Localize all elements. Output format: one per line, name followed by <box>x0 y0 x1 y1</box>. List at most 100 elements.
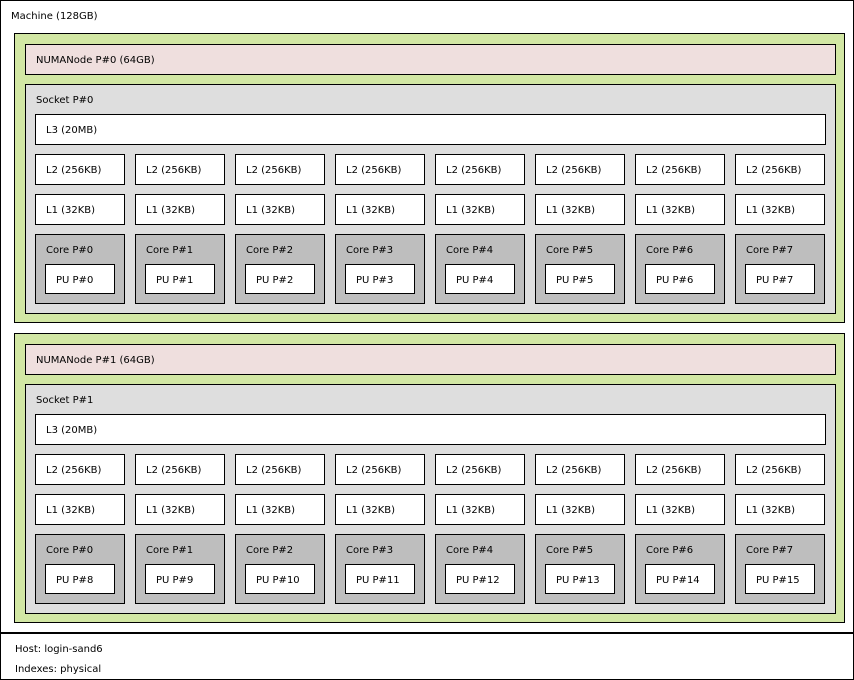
pu-box-label: PU P#8 <box>56 575 94 586</box>
pu-box-label: PU P#11 <box>356 575 400 586</box>
pu-box: PU P#14 <box>645 564 715 594</box>
pu-box-label: PU P#9 <box>156 575 194 586</box>
l1-cache: L1 (32KB) <box>435 194 525 225</box>
l2-cache: L2 (256KB) <box>735 154 825 185</box>
l2-cache: L2 (256KB) <box>435 454 525 485</box>
pu-box: PU P#6 <box>645 264 715 294</box>
l1-cache: L1 (32KB) <box>235 494 325 525</box>
l1-cache-label: L1 (32KB) <box>46 505 96 516</box>
pu-box: PU P#1 <box>145 264 215 294</box>
core-box: Core P#2 PU P#2 <box>235 234 325 304</box>
l2-cache-label: L2 (256KB) <box>146 165 202 176</box>
machine-label: Machine (128GB) <box>11 11 98 22</box>
pu-box-label: PU P#1 <box>156 275 194 286</box>
core-box-label: Core P#3 <box>346 245 394 256</box>
host-label: Host: login-sand6 <box>15 644 103 655</box>
core-box-label: Core P#5 <box>546 545 594 556</box>
core-box-label: Core P#6 <box>646 245 694 256</box>
pu-box-label: PU P#0 <box>56 275 94 286</box>
pu-box-label: PU P#13 <box>556 575 600 586</box>
core-box: Core P#6 PU P#14 <box>635 534 725 604</box>
core-box-label: Core P#2 <box>246 245 294 256</box>
core-box: Core P#0 PU P#0 <box>35 234 125 304</box>
pu-box-label: PU P#12 <box>456 575 500 586</box>
pu-box: PU P#7 <box>745 264 815 294</box>
l1-cache: L1 (32KB) <box>735 194 825 225</box>
l1-cache-label: L1 (32KB) <box>346 505 396 516</box>
core-box-label: Core P#1 <box>146 545 194 556</box>
l1-cache-label: L1 (32KB) <box>646 505 696 516</box>
l2-cache-label: L2 (256KB) <box>746 165 802 176</box>
l3-cache-1-label: L3 (20MB) <box>46 425 98 436</box>
l1-cache: L1 (32KB) <box>135 194 225 225</box>
numa-group-1: NUMANode P#1 (64GB) Socket P#1 L3 (20MB) L2… <box>14 333 845 623</box>
pu-box: PU P#13 <box>545 564 615 594</box>
l1-cache-label: L1 (32KB) <box>446 505 496 516</box>
core-box-label: Core P#3 <box>346 545 394 556</box>
core-box: Core P#4 PU P#12 <box>435 534 525 604</box>
numa-node-1: NUMANode P#1 (64GB) <box>25 344 836 375</box>
l2-cache-label: L2 (256KB) <box>446 465 502 476</box>
pu-box: PU P#5 <box>545 264 615 294</box>
pu-box-label: PU P#10 <box>256 575 300 586</box>
pu-box-label: PU P#7 <box>756 275 794 286</box>
l1-cache-label: L1 (32KB) <box>446 205 496 216</box>
l1-cache: L1 (32KB) <box>635 194 725 225</box>
core-box: Core P#1 PU P#1 <box>135 234 225 304</box>
pu-box: PU P#9 <box>145 564 215 594</box>
numa-node-0: NUMANode P#0 (64GB) <box>25 44 836 75</box>
l2-cache-label: L2 (256KB) <box>46 165 102 176</box>
pu-box: PU P#4 <box>445 264 515 294</box>
core-box-label: Core P#0 <box>46 545 94 556</box>
pu-box-label: PU P#14 <box>656 575 700 586</box>
core-box: Core P#7 PU P#15 <box>735 534 825 604</box>
l1-cache: L1 (32KB) <box>535 494 625 525</box>
core-box-label: Core P#2 <box>246 545 294 556</box>
pu-box: PU P#0 <box>45 264 115 294</box>
pu-box-label: PU P#6 <box>656 275 694 286</box>
l1-cache: L1 (32KB) <box>435 494 525 525</box>
core-box-label: Core P#6 <box>646 545 694 556</box>
core-box: Core P#4 PU P#4 <box>435 234 525 304</box>
numa-node-1-label: NUMANode P#1 (64GB) <box>36 355 155 366</box>
l3-cache-0: L3 (20MB) <box>35 114 826 145</box>
l1-cache: L1 (32KB) <box>335 494 425 525</box>
l2-cache-label: L2 (256KB) <box>746 465 802 476</box>
core-box-label: Core P#5 <box>546 245 594 256</box>
l2-cache: L2 (256KB) <box>35 454 125 485</box>
pu-box-label: PU P#5 <box>556 275 594 286</box>
core-box: Core P#5 PU P#5 <box>535 234 625 304</box>
socket-0-label: Socket P#0 <box>36 95 94 106</box>
pu-box: PU P#15 <box>745 564 815 594</box>
l2-cache: L2 (256KB) <box>635 154 725 185</box>
l3-cache-1: L3 (20MB) <box>35 414 826 445</box>
l2-cache: L2 (256KB) <box>635 454 725 485</box>
indexes-label: Indexes: physical <box>15 664 102 675</box>
l2-cache: L2 (256KB) <box>135 154 225 185</box>
l2-cache-label: L2 (256KB) <box>246 465 302 476</box>
l1-cache: L1 (32KB) <box>35 194 125 225</box>
l1-cache: L1 (32KB) <box>735 494 825 525</box>
l1-cache-label: L1 (32KB) <box>546 205 596 216</box>
l1-cache-label: L1 (32KB) <box>646 205 696 216</box>
l1-cache: L1 (32KB) <box>335 194 425 225</box>
l1-cache-label: L1 (32KB) <box>746 505 796 516</box>
l2-cache: L2 (256KB) <box>235 154 325 185</box>
l1-cache: L1 (32KB) <box>535 194 625 225</box>
pu-box: PU P#12 <box>445 564 515 594</box>
l2-cache: L2 (256KB) <box>535 154 625 185</box>
l1-cache: L1 (32KB) <box>35 494 125 525</box>
core-box: Core P#3 PU P#3 <box>335 234 425 304</box>
pu-box: PU P#3 <box>345 264 415 294</box>
socket-0: Socket P#0 L3 (20MB) L2 (256KB) L1 (32KB) Co… <box>25 84 836 314</box>
machine-box: Machine (128GB) NUMANode P#0 (64GB) Socke… <box>0 0 854 633</box>
core-box: Core P#7 PU P#7 <box>735 234 825 304</box>
l2-cache-label: L2 (256KB) <box>46 465 102 476</box>
l1-cache-label: L1 (32KB) <box>346 205 396 216</box>
l1-cache: L1 (32KB) <box>135 494 225 525</box>
l1-cache-label: L1 (32KB) <box>146 505 196 516</box>
l2-cache: L2 (256KB) <box>35 154 125 185</box>
l1-cache-label: L1 (32KB) <box>46 205 96 216</box>
l2-cache: L2 (256KB) <box>335 154 425 185</box>
l1-cache: L1 (32KB) <box>635 494 725 525</box>
